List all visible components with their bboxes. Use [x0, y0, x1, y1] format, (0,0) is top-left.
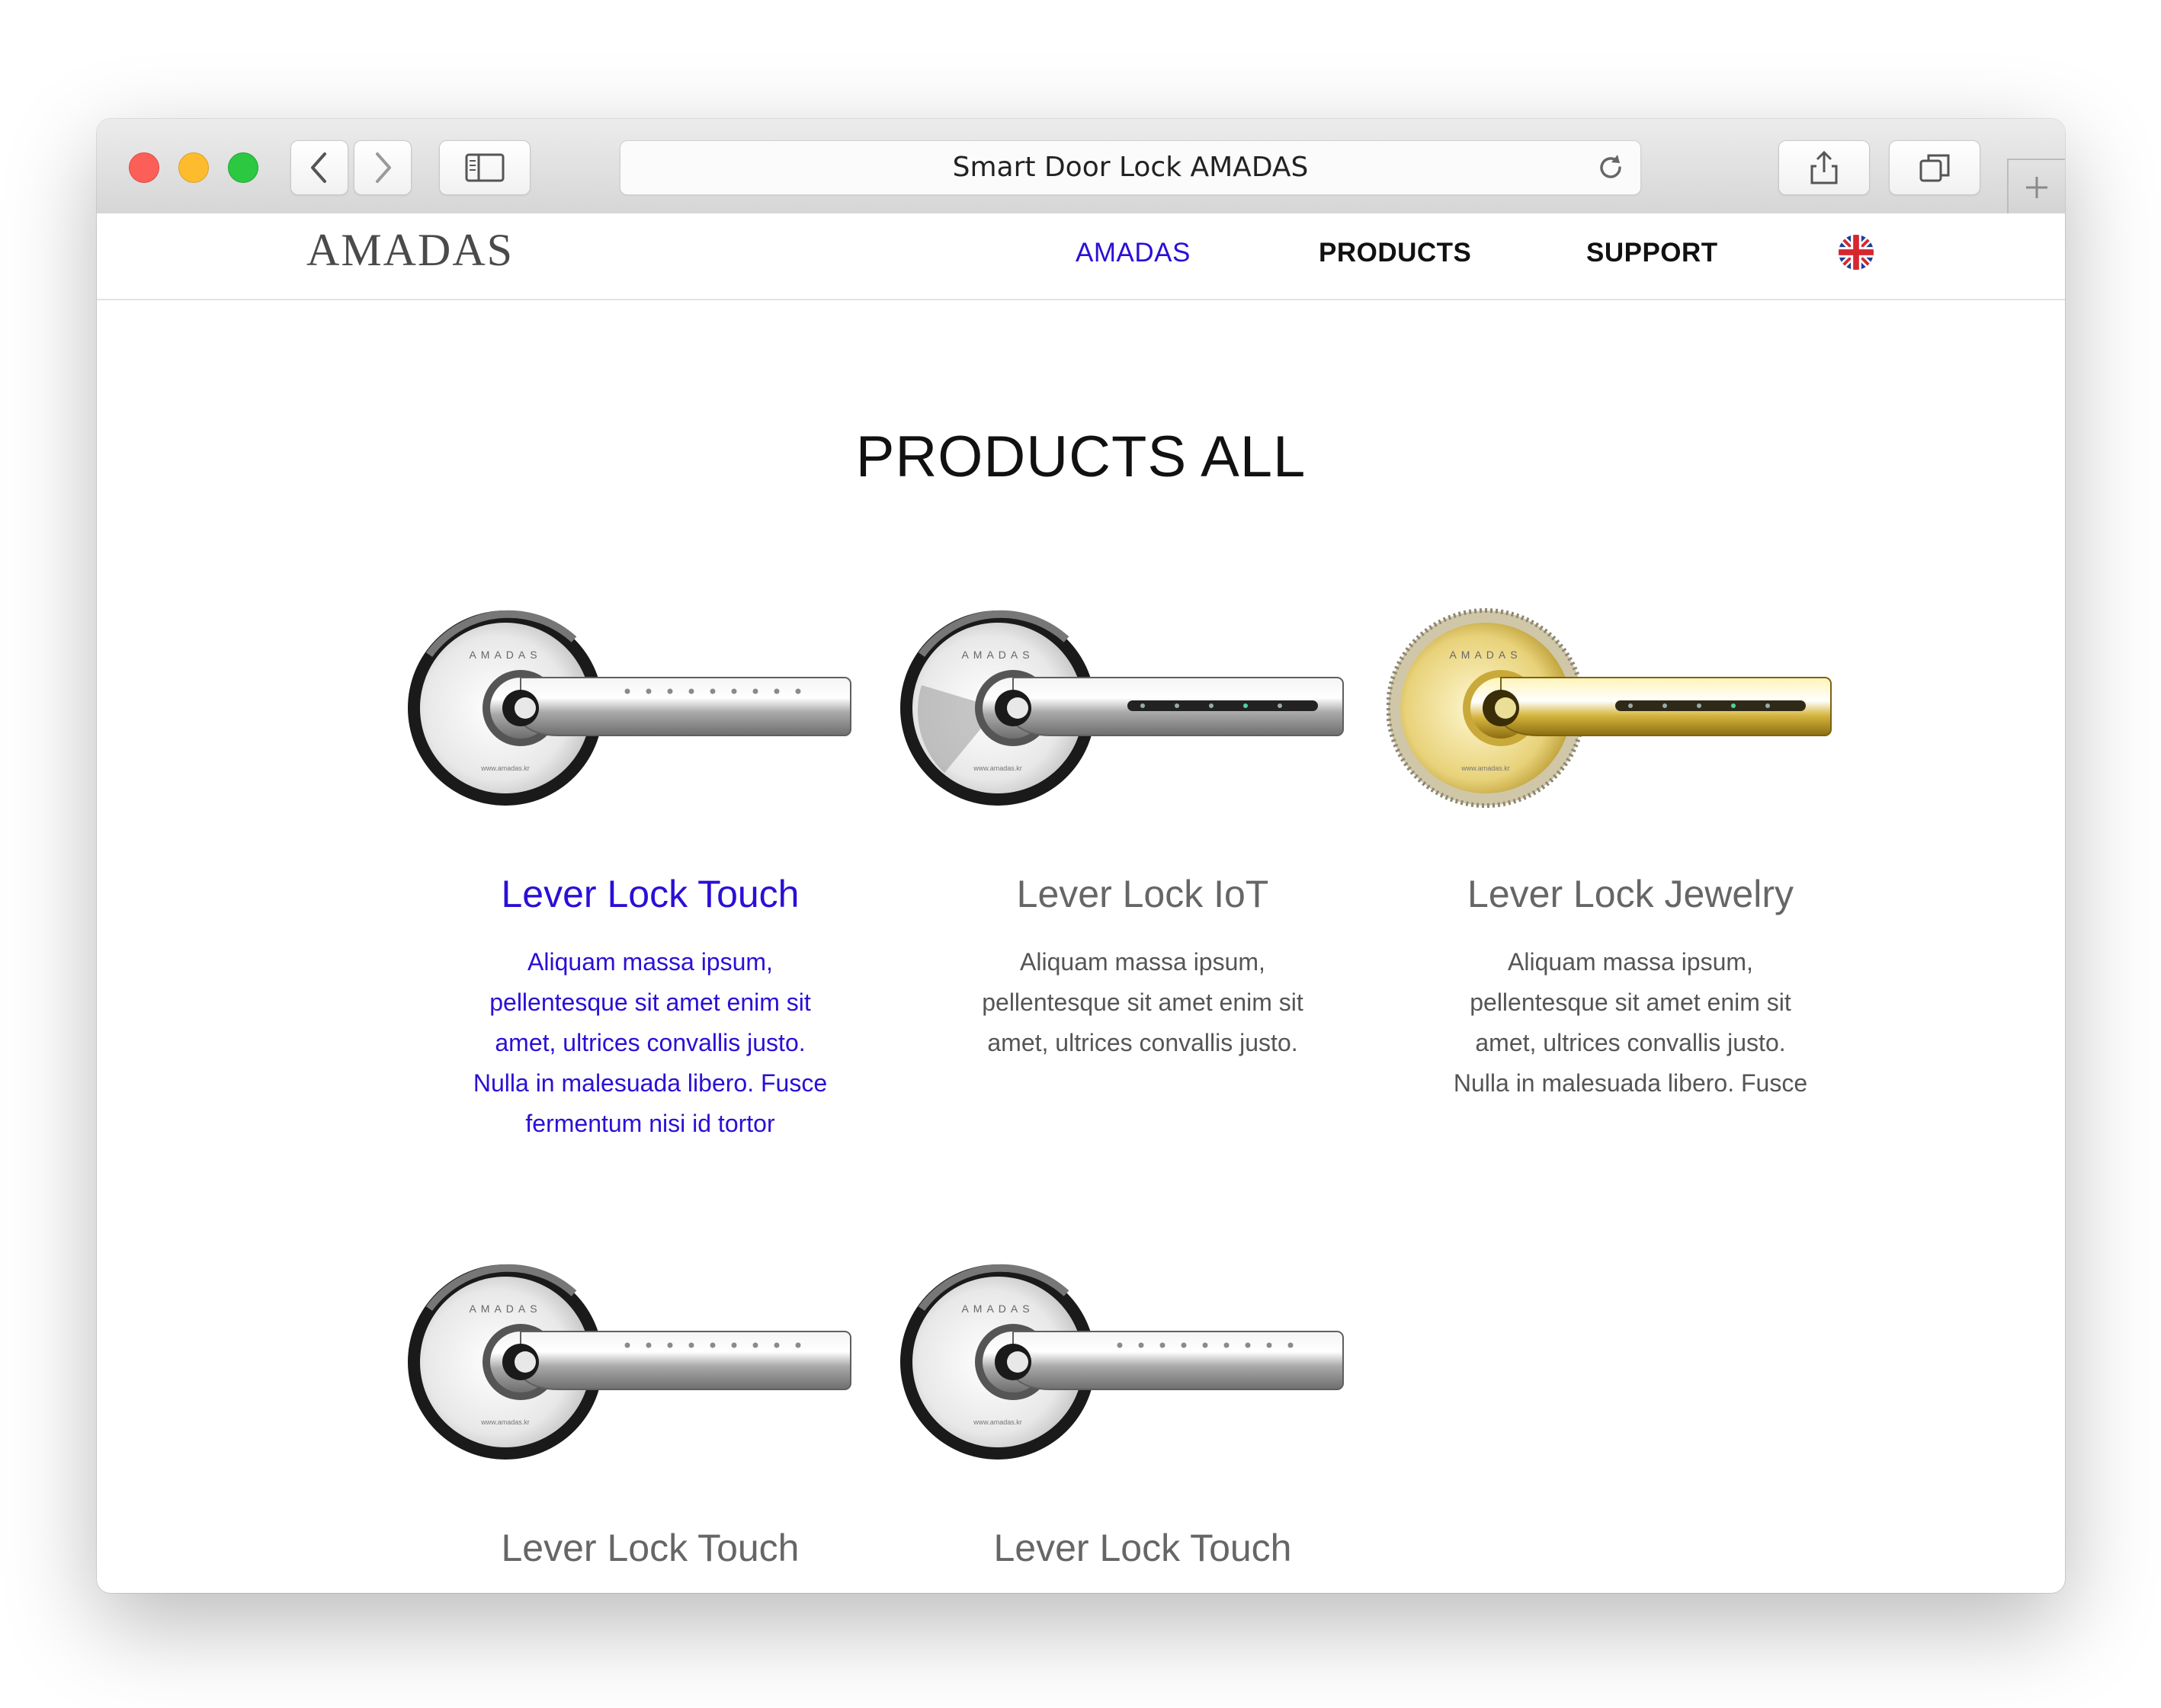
lock-product-image[interactable]: AMADAS www.amadas.kr [406, 594, 894, 822]
share-button[interactable] [1778, 140, 1870, 195]
product-description-line: Nulla in malesuada libero. Fusce [1453, 1069, 1808, 1097]
svg-text:AMADAS: AMADAS [961, 1303, 1034, 1315]
svg-text:AMADAS: AMADAS [961, 649, 1034, 661]
forward-button[interactable] [354, 140, 412, 195]
product-image[interactable]: AMADAS www.amadas.kr [406, 1248, 894, 1476]
product-description-line: Aliquam massa ipsum, [1508, 948, 1753, 976]
uk-flag-icon[interactable] [1839, 235, 1874, 270]
product-description-line: amet, ultrices convallis justo. [495, 1029, 806, 1056]
product-description-line: pellentesque sit amet enim sit [1470, 989, 1791, 1016]
address-bar-title: Smart Door Lock AMADAS [952, 152, 1309, 183]
product-description-line: pellentesque sit amet enim sit [982, 989, 1303, 1016]
product-description: Aliquam massa ipsum, pellentesque sit ame… [899, 942, 1387, 1063]
tabs-icon [1919, 154, 1950, 182]
address-bar[interactable]: Smart Door Lock AMADAS [620, 140, 1641, 195]
sidebar-toggle-button[interactable] [439, 140, 531, 195]
product-image[interactable]: AMADAS www.amadas.kr [406, 594, 894, 822]
product-description: Aliquam massa ipsum, pellentesque sit ame… [1387, 942, 1874, 1104]
lock-product-image[interactable]: AMADAS www.amadas.kr [1386, 594, 1874, 822]
nav-link-amadas[interactable]: AMADAS [1076, 238, 1191, 268]
product-description-line: pellentesque sit amet enim sit [489, 989, 811, 1016]
site-logo[interactable]: AMADAS [306, 224, 514, 277]
new-tab-button[interactable] [2007, 159, 2065, 215]
product-description-line: Nulla in malesuada libero. Fusce [473, 1069, 828, 1097]
product-title[interactable]: Lever Lock Touch [406, 1526, 894, 1570]
svg-text:www.amadas.kr: www.amadas.kr [973, 764, 1022, 772]
lock-product-image[interactable]: AMADAS www.amadas.kr [899, 594, 1387, 822]
svg-text:AMADAS: AMADAS [469, 1303, 541, 1315]
back-button[interactable] [290, 140, 348, 195]
svg-text:www.amadas.kr: www.amadas.kr [1460, 764, 1510, 772]
product-title[interactable]: Lever Lock Touch [899, 1526, 1387, 1570]
product-description-line: Aliquam massa ipsum, [1020, 948, 1265, 976]
product-description-line: amet, ultrices convallis justo. [1475, 1029, 1786, 1056]
svg-text:www.amadas.kr: www.amadas.kr [480, 764, 530, 772]
chevron-left-icon [311, 152, 326, 183]
product-title[interactable]: Lever Lock IoT [899, 872, 1387, 916]
nav-link-support[interactable]: SUPPORT [1586, 238, 1718, 268]
sidebar-icon [465, 153, 505, 182]
zoom-window-button[interactable] [228, 152, 258, 183]
product-image[interactable]: AMADAS www.amadas.kr [899, 1248, 1387, 1476]
svg-text:AMADAS: AMADAS [1449, 649, 1521, 661]
product-description-line: fermentum nisi id tortor [525, 1110, 775, 1137]
lock-product-image[interactable]: AMADAS www.amadas.kr [899, 1248, 1387, 1476]
product-image[interactable]: AMADAS www.amadas.kr [1386, 594, 1874, 822]
site-header: AMADAS AMADAS PRODUCTS SUPPORT [97, 213, 2065, 300]
product-image[interactable]: AMADAS www.amadas.kr [899, 594, 1387, 822]
browser-toolbar: Smart Door Lock AMADAS [97, 119, 2065, 215]
product-title[interactable]: Lever Lock Jewelry [1387, 872, 1874, 916]
browser-window: Smart Door Lock AMADAS AMADAS AMADAS PRO… [97, 119, 2065, 1593]
plus-icon [2026, 177, 2047, 198]
page-title: PRODUCTS ALL [855, 425, 1307, 489]
svg-text:www.amadas.kr: www.amadas.kr [480, 1418, 530, 1426]
close-window-button[interactable] [129, 152, 159, 183]
product-description-line: amet, ultrices convallis justo. [987, 1029, 1298, 1056]
svg-text:www.amadas.kr: www.amadas.kr [973, 1418, 1022, 1426]
minimize-window-button[interactable] [178, 152, 209, 183]
product-description: Aliquam massa ipsum, pellentesque sit ame… [406, 942, 894, 1144]
chevron-right-icon [376, 152, 391, 183]
reload-icon[interactable] [1595, 152, 1627, 184]
share-icon [1810, 150, 1838, 184]
lock-product-image[interactable]: AMADAS www.amadas.kr [406, 1248, 894, 1476]
product-title[interactable]: Lever Lock Touch [406, 872, 894, 916]
nav-link-products[interactable]: PRODUCTS [1319, 238, 1471, 268]
product-description-line: Aliquam massa ipsum, [527, 948, 773, 976]
tabs-overview-button[interactable] [1889, 140, 1980, 195]
svg-text:AMADAS: AMADAS [469, 649, 541, 661]
